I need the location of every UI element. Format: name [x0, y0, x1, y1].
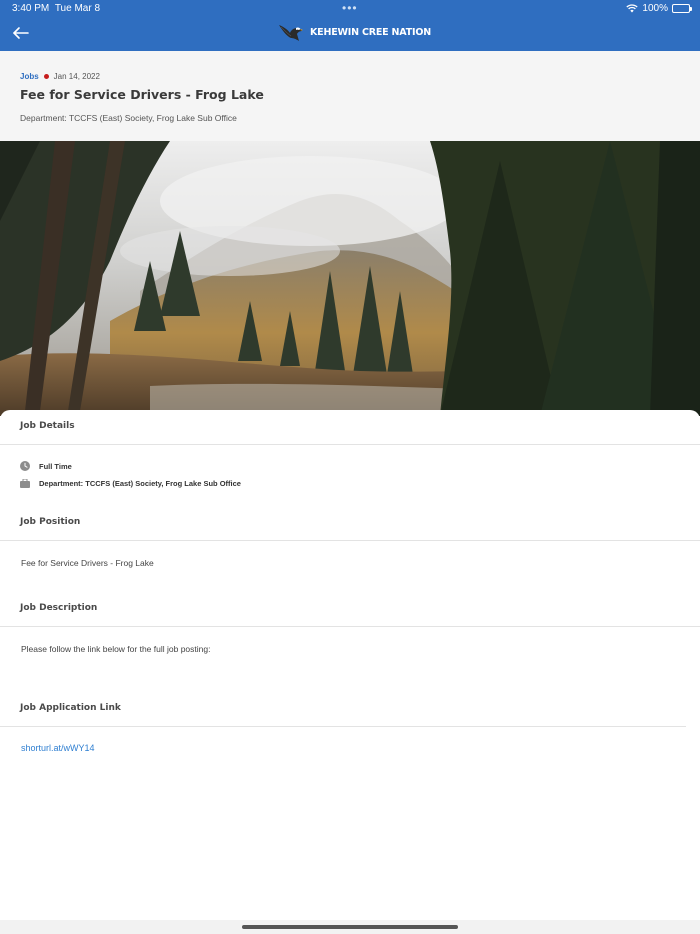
- home-indicator[interactable]: [242, 925, 458, 929]
- job-application-link[interactable]: shorturl.at/wWY14: [21, 743, 95, 753]
- detail-text: Department: TCCFS (East) Society, Frog L…: [39, 478, 241, 488]
- category-link[interactable]: Jobs: [20, 72, 39, 81]
- clock-icon: [20, 461, 30, 471]
- page-title: Fee for Service Drivers - Frog Lake: [20, 87, 264, 102]
- divider: [0, 444, 700, 445]
- wifi-icon: [626, 4, 639, 13]
- detail-department: Department: TCCFS (East) Society, Frog L…: [20, 478, 241, 488]
- app-title: KEHEWIN CREE NATION: [310, 26, 431, 38]
- post-meta: Jobs Jan 14, 2022: [20, 72, 100, 81]
- job-position-text: Fee for Service Drivers - Frog Lake: [21, 558, 154, 568]
- post-date: Jan 14, 2022: [53, 72, 100, 81]
- multitasking-dots-icon[interactable]: •••: [342, 1, 358, 15]
- detail-employment-type: Full Time: [20, 461, 72, 471]
- detail-text: Full Time: [39, 461, 72, 471]
- job-application-heading: Job Application Link: [20, 703, 121, 713]
- post-header: Jobs Jan 14, 2022 Fee for Service Driver…: [0, 51, 700, 141]
- job-details-heading: Job Details: [20, 421, 75, 431]
- job-position-heading: Job Position: [20, 517, 81, 527]
- bottom-bar: [0, 920, 700, 934]
- job-description-text: Please follow the link below for the ful…: [21, 644, 211, 654]
- department-subtitle: Department: TCCFS (East) Society, Frog L…: [20, 113, 237, 123]
- divider: [0, 726, 686, 727]
- job-description-heading: Job Description: [20, 603, 98, 613]
- content-card: Job Details Full Time Department: TCCFS …: [0, 410, 700, 920]
- battery-percent: 100%: [642, 3, 668, 14]
- status-time: 3:40 PM Tue Mar 8: [12, 3, 101, 14]
- hero-image: [0, 141, 700, 416]
- top-bar: 3:40 PM Tue Mar 8 ••• 100% KEHEWIN CREE …: [0, 0, 700, 51]
- category-dot-icon: [43, 74, 49, 79]
- eagle-logo-icon: [279, 25, 303, 41]
- battery-icon: [672, 4, 692, 13]
- divider: [0, 626, 700, 627]
- back-button[interactable]: [10, 24, 32, 42]
- brand: KEHEWIN CREE NATION: [278, 21, 431, 43]
- briefcase-icon: [20, 478, 30, 488]
- divider: [0, 540, 700, 541]
- status-indicators: 100%: [626, 3, 692, 14]
- arrow-left-icon: [13, 27, 29, 39]
